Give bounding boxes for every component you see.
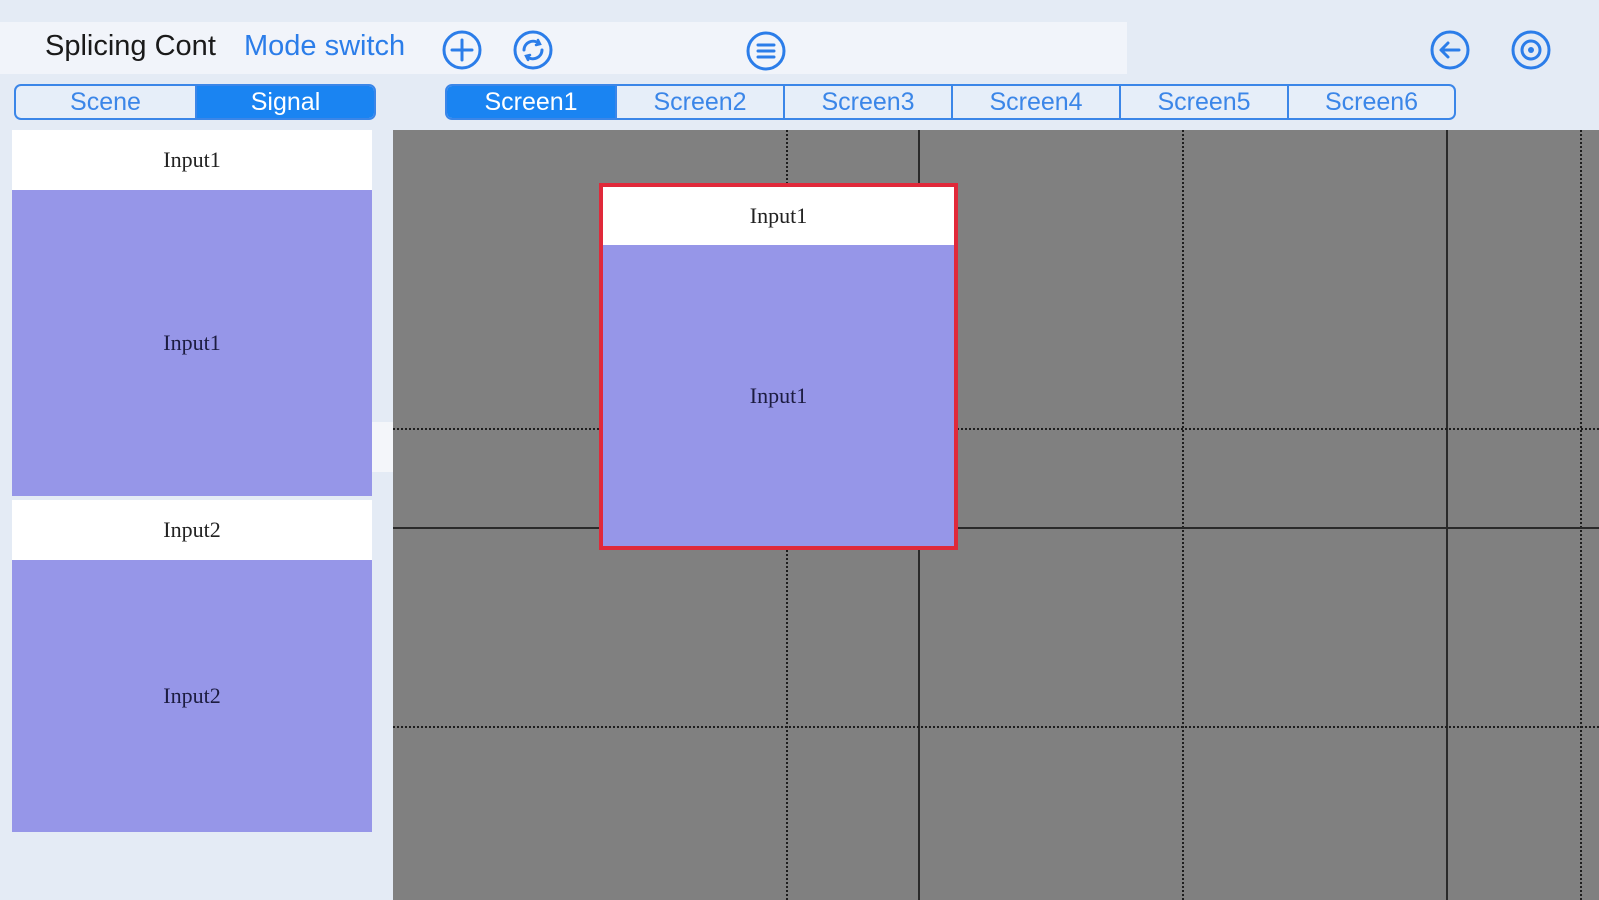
signal-card-preview: Input2 (12, 560, 372, 832)
signal-card-input1[interactable]: Input1 Input1 (12, 130, 372, 496)
grid-line-dotted (393, 726, 1599, 728)
back-icon[interactable] (1428, 28, 1472, 72)
add-icon[interactable] (440, 28, 484, 72)
tab-screen6[interactable]: Screen6 (1287, 86, 1454, 118)
signal-card-input2[interactable]: Input2 Input2 (12, 500, 372, 832)
grid-line-dotted (393, 428, 1599, 430)
menu-icon[interactable] (744, 29, 788, 73)
signal-card-title: Input2 (12, 500, 372, 560)
tab-screen3[interactable]: Screen3 (783, 86, 951, 118)
signal-card-preview: Input1 (12, 190, 372, 496)
splicing-canvas[interactable]: Input1 Input1 (393, 130, 1599, 900)
signal-card-title: Input1 (12, 130, 372, 190)
tab-signal[interactable]: Signal (195, 86, 374, 118)
canvas-window-input1[interactable]: Input1 Input1 (599, 183, 958, 550)
grid-line-dotted (1580, 130, 1582, 900)
tab-screen5[interactable]: Screen5 (1119, 86, 1287, 118)
panel-divider (372, 422, 393, 472)
settings-icon[interactable] (1509, 28, 1553, 72)
grid-line-solid (1446, 130, 1448, 900)
signal-list: Input1 Input1 Input2 Input2 (12, 130, 372, 832)
grid-line-dotted (1182, 130, 1184, 900)
refresh-icon[interactable] (511, 28, 555, 72)
left-tab-group: Scene Signal (14, 84, 376, 120)
tab-scene[interactable]: Scene (16, 86, 195, 118)
tab-screen4[interactable]: Screen4 (951, 86, 1119, 118)
canvas-window-title: Input1 (603, 187, 954, 245)
grid-line-solid (393, 527, 1599, 529)
tab-screen1[interactable]: Screen1 (447, 86, 615, 118)
app-title: Splicing Cont (45, 30, 216, 62)
tab-screen2[interactable]: Screen2 (615, 86, 783, 118)
canvas-window-content: Input1 (749, 382, 808, 408)
mode-switch-button[interactable]: Mode switch (244, 30, 405, 63)
screen-tab-group: Screen1 Screen2 Screen3 Screen4 Screen5 … (445, 84, 1456, 120)
